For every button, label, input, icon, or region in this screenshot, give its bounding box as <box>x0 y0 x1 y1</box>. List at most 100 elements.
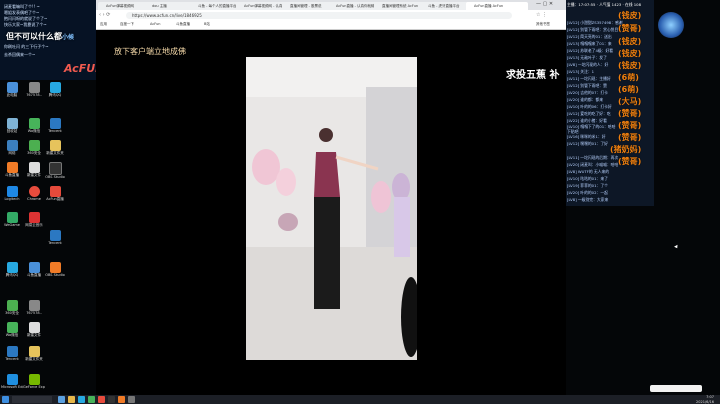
desktop-icon[interactable]: Microsoft Edge <box>1 374 23 389</box>
browser-tab[interactable]: AcFun弹幕视频网 - 认真你就输啦 <box>236 2 288 10</box>
desktop-icon[interactable]: Tencent <box>1 346 23 361</box>
file-icon <box>28 322 40 333</box>
browser-tab[interactable]: 斗鱼 - 每个人的直播平台 <box>190 2 242 10</box>
bookmark[interactable]: AcFun <box>150 22 161 26</box>
desktop-icon[interactable]: 767578.. <box>23 82 45 97</box>
douyu-icon[interactable] <box>118 396 125 403</box>
desktop-icon[interactable]: Wo微信 <box>1 322 23 337</box>
desktop-icon[interactable]: Tencent <box>44 118 66 133</box>
bookmark[interactable]: 应用 <box>100 22 107 27</box>
window-controls[interactable]: — ▢ ✕ <box>536 1 553 7</box>
desktop-icon[interactable]: WeGame <box>1 212 23 227</box>
edge-icon[interactable] <box>58 396 65 403</box>
browser-tab[interactable]: 直播间管理 - 股票说 <box>282 2 334 10</box>
gift-label: (赞哥) <box>618 24 642 33</box>
url-input[interactable]: https://www.acfun.cn/live/1846925 <box>126 12 512 19</box>
mouse-cursor <box>674 244 679 250</box>
stream-title-left: 放下客户端立地成佛 <box>114 47 186 56</box>
desktop-icon[interactable]: Chrome <box>23 186 45 201</box>
browser-window: AcFun弹幕视频网 dou 主播 斗鱼 - 每个人的直播平台 AcFun弹幕视… <box>96 0 566 395</box>
desktop-icon[interactable]: AcFun直播 <box>44 186 66 201</box>
chrome-icon[interactable] <box>98 396 105 403</box>
bookmark[interactable]: 其他书签 <box>536 22 550 27</box>
folder-icon[interactable] <box>68 396 75 403</box>
computer-icon <box>6 82 18 93</box>
desktop-icon[interactable]: 新建文件 <box>23 162 45 177</box>
input-method-bar[interactable] <box>650 385 702 392</box>
desktop-icon[interactable]: 斗鱼直播 <box>23 262 45 277</box>
recycle-bin-icon <box>6 118 18 129</box>
file-icon <box>28 300 40 311</box>
chat-message: [LV12] 苏联老了4级：好看 <box>567 48 614 53</box>
desktop-icon[interactable]: 此电脑 <box>1 82 23 97</box>
app-icon <box>6 300 18 311</box>
chat-message: [LV12] 别管下雨吧：赞 <box>567 83 607 88</box>
streamer-avatar <box>658 12 684 38</box>
desktop-icon[interactable]: Wo微信 <box>23 118 45 133</box>
chat-message: [LV12] 别管下雨吧：赏心悦目 <box>567 27 619 32</box>
desktop-icon[interactable]: 网易云音乐 <box>23 212 45 227</box>
start-icon[interactable] <box>2 396 9 403</box>
chat-message: [LV8] WUTF的 无人来的 <box>567 169 610 174</box>
desktop-icon[interactable]: 360安全 <box>23 140 45 155</box>
desktop-icon[interactable]: 腾讯QQ <box>1 262 23 277</box>
app-icon <box>6 262 18 273</box>
browser-tab[interactable]: 直播间管理系统 AcFun <box>374 2 426 10</box>
taskbar-search[interactable] <box>12 396 52 403</box>
security-icon <box>28 140 40 151</box>
gift-label: (赞哥) <box>618 121 642 130</box>
chat-message: [LV12] 小甜甜ZS357498：感谢 <box>567 20 623 25</box>
browser-tab[interactable]: AcFun弹幕视频网 <box>98 2 150 10</box>
chat-message: [LV12] 爱吃的吃了好：吃 <box>567 111 611 116</box>
bookmark[interactable]: 斗鱼直播 <box>176 22 190 27</box>
desktop-icon[interactable]: Logitech <box>1 186 23 201</box>
obs-icon[interactable] <box>108 396 115 403</box>
chat-message: [LV8] 一级别完：大家来 <box>567 197 609 202</box>
desktop-icon[interactable]: 新建文件夹 <box>23 346 45 361</box>
address-bar: ‹ › ⟳ https://www.acfun.cn/live/1846925 … <box>96 10 566 21</box>
overlay-line: 去杀回偶来一个~ <box>4 52 36 57</box>
desktop-icon[interactable]: 新建文件夹 <box>44 140 66 155</box>
nav-arrows-icon[interactable]: ‹ › ⟳ <box>99 12 110 18</box>
app-icon <box>6 322 18 333</box>
chat-message: [LV13] 关注：1 <box>567 69 595 74</box>
chrome-icon <box>28 186 40 197</box>
app-icon <box>28 262 40 273</box>
wechat-icon[interactable] <box>88 396 95 403</box>
desktop-icon[interactable]: 新建文件 <box>23 322 45 337</box>
desktop-icon[interactable]: 网络 <box>1 140 23 155</box>
chat-message: [LV10] 叶的的06：打卡好 <box>567 104 612 109</box>
menu-icon[interactable]: ☆ ⋮ <box>536 12 547 18</box>
edge-icon <box>6 374 18 385</box>
bookmark[interactable]: B站 <box>204 22 210 27</box>
desktop-icon[interactable]: 斗鱼直播 <box>1 162 23 177</box>
chat-message: [LV20] 吉他的07：打卡 <box>567 90 608 95</box>
chat-message: [LV20] 闭麦叫：小喵喵：哈哈 <box>567 162 619 167</box>
browser-tab[interactable]: dou 主播 <box>144 2 196 10</box>
chat-message: [LV11] 一坨闪现：主播好 <box>567 76 611 81</box>
desktop-icon[interactable]: OBS Studio <box>44 162 66 179</box>
desktop-icon[interactable]: OBS Studio <box>44 262 66 277</box>
bookmark[interactable]: 百度一下 <box>120 22 134 27</box>
chat-message: [LV20] 谁的都：都来 <box>567 97 604 102</box>
chat-message: [LV10] 咕咕的01：来了 <box>567 176 608 181</box>
browser-tab[interactable]: AcFun直播 - 认真你就输啦 <box>328 2 380 10</box>
gift-label: (钱皮) <box>618 37 642 46</box>
qq-icon[interactable] <box>78 396 85 403</box>
app-icon[interactable] <box>128 396 135 403</box>
browser-tab-active[interactable]: AcFun直播 AcFun <box>466 2 528 10</box>
desktop-icon[interactable]: Tencent <box>44 230 66 245</box>
geforce-icon <box>28 374 40 385</box>
browser-tab[interactable]: 斗鱼 - 虎牙直播平台 <box>420 2 472 10</box>
stream-title-right: 求投五蕉 补 <box>506 70 560 81</box>
desktop-icon[interactable]: 回收站 <box>1 118 23 133</box>
obs-icon <box>48 162 62 175</box>
tencent-icon <box>49 118 61 129</box>
desktop-icon[interactable]: 360安全 <box>1 300 23 315</box>
taskbar: 7:07 2021/6/16 <box>0 385 720 404</box>
desktop-icon[interactable]: GeForce Experience <box>23 374 45 389</box>
desktop-icon[interactable]: 腾讯QQ <box>44 82 66 97</box>
video-player[interactable] <box>246 57 417 360</box>
desktop-icon[interactable]: 767578.. <box>23 300 45 315</box>
chat-message: [LV20] 叶的的02：一起 <box>567 190 608 195</box>
